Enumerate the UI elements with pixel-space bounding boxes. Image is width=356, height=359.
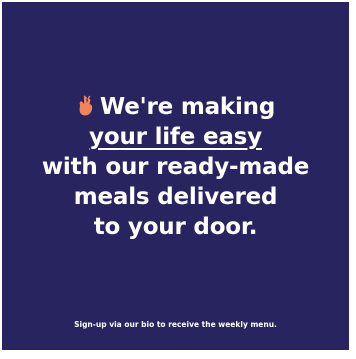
- headline-line-3: with our ready-made: [41, 154, 310, 180]
- headline: We're making your life easy with our rea…: [2, 92, 349, 242]
- crossed-fingers-icon: [79, 95, 93, 116]
- headline-line-5: to your door.: [93, 214, 258, 240]
- promo-card: We're making your life easy with our rea…: [2, 2, 349, 350]
- headline-line-2: your life easy: [89, 124, 262, 150]
- headline-line-4: meals delivered: [73, 184, 278, 210]
- headline-line-1: We're making: [2, 92, 349, 122]
- headline-text-1: We're making: [99, 94, 276, 120]
- footer-note: Sign-up via our bio to receive the weekl…: [74, 320, 277, 329]
